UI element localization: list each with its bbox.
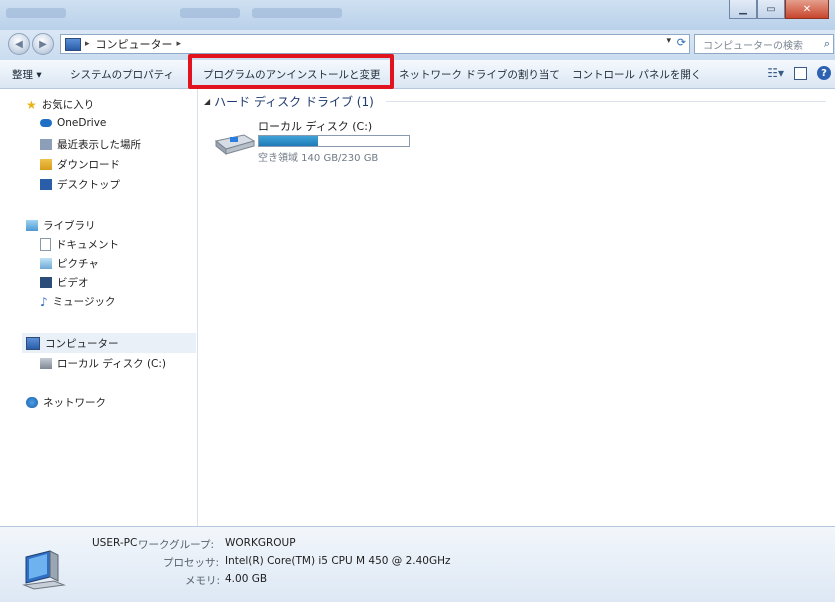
sidebar-item-downloads[interactable]: ダウンロード (40, 157, 120, 172)
map-network-drive-button[interactable]: ネットワーク ドライブの割り当て (399, 67, 560, 82)
processor-value: Intel(R) Core(TM) i5 CPU M 450 @ 2.40GHz (225, 555, 451, 567)
sidebar-item-label: ビデオ (57, 277, 89, 289)
address-bar[interactable]: ▸ コンピューター ▸ ▾ ⟳ (60, 34, 690, 54)
content-pane: ◢ ハード ディスク ドライブ (1) ローカル ディスク (C:) 空き領域 … (198, 89, 835, 526)
pc-name: USER-PC (92, 537, 138, 549)
minimize-button[interactable]: ▁ (729, 0, 757, 19)
sidebar-item-label: コンピューター (45, 338, 119, 350)
sidebar-item-computer[interactable]: コンピューター (26, 336, 119, 351)
title-blur (180, 8, 240, 18)
sidebar-item-onedrive[interactable]: OneDrive (40, 117, 106, 129)
drive-usage-fill (259, 136, 318, 146)
address-row: ◀ ▶ ▸ コンピューター ▸ ▾ ⟳ コンピューターの検索 ⌕ (0, 30, 835, 60)
sidebar-item-videos[interactable]: ビデオ (40, 275, 89, 290)
back-button[interactable]: ◀ (8, 33, 30, 55)
sidebar-item-pictures[interactable]: ピクチャ (40, 256, 99, 271)
forward-button[interactable]: ▶ (32, 33, 54, 55)
search-input[interactable]: コンピューターの検索 ⌕ (694, 34, 834, 54)
breadcrumb-separator-icon[interactable]: ▸ (177, 39, 182, 49)
music-icon: ♪ (40, 294, 48, 309)
sidebar-item-label: OneDrive (57, 117, 107, 129)
title-bar: ▁ ▭ ✕ (0, 0, 835, 31)
sidebar-item-libraries[interactable]: ライブラリ (26, 218, 96, 233)
drive-usage-bar (258, 135, 410, 147)
breadcrumb-computer[interactable]: コンピューター (96, 36, 173, 52)
drive-name[interactable]: ローカル ディスク (C:) (258, 118, 372, 134)
navigation-pane: ★ お気に入り OneDrive 最近表示した場所 ダウンロード デスクトップ … (0, 89, 198, 526)
sidebar-item-recent[interactable]: 最近表示した場所 (40, 137, 141, 152)
network-icon (26, 397, 38, 408)
cloud-icon (40, 119, 52, 127)
collapse-triangle-icon[interactable]: ◢ (204, 97, 210, 106)
computer-icon (22, 550, 66, 590)
sidebar-item-label: ネットワーク (43, 397, 106, 409)
sidebar-item-label: 最近表示した場所 (57, 139, 141, 151)
sidebar-item-label: ライブラリ (43, 220, 96, 232)
preview-pane-icon[interactable] (794, 66, 807, 80)
sidebar-item-music[interactable]: ♪ ミュージック (40, 294, 115, 309)
organize-button[interactable]: 整理 ▾ (12, 67, 42, 82)
downloads-icon (40, 159, 52, 170)
memory-value: 4.00 GB (225, 573, 268, 585)
group-divider (386, 101, 826, 102)
help-icon[interactable]: ? (817, 66, 831, 80)
recent-places-icon (40, 139, 52, 150)
title-blur (6, 8, 66, 18)
history-dropdown-icon[interactable]: ▾ (666, 36, 671, 46)
search-icon[interactable]: ⌕ (824, 37, 830, 51)
sidebar-item-label: ローカル ディスク (C:) (57, 358, 167, 370)
sidebar-item-favorites[interactable]: ★ お気に入り (26, 97, 94, 112)
hard-drive-icon[interactable] (214, 133, 256, 155)
processor-label: プロセッサ: (163, 557, 220, 569)
workgroup-label: ワークグループ: (138, 539, 214, 551)
group-header-label: ハード ディスク ドライブ (1) (214, 95, 374, 109)
sidebar-item-local-disk[interactable]: ローカル ディスク (C:) (40, 356, 166, 371)
star-icon: ★ (26, 97, 37, 112)
highlight-box (188, 54, 394, 89)
group-header[interactable]: ◢ ハード ディスク ドライブ (1) (204, 93, 374, 110)
computer-icon (65, 37, 81, 51)
breadcrumb-separator-icon[interactable]: ▸ (85, 39, 90, 49)
pictures-icon (40, 258, 52, 269)
sidebar-item-label: ドキュメント (56, 239, 119, 251)
details-pane: USER-PC ワークグループ: WORKGROUP プロセッサ: Intel(… (0, 526, 835, 602)
sidebar-item-desktop[interactable]: デスクトップ (40, 177, 120, 192)
sidebar-item-network[interactable]: ネットワーク (26, 395, 106, 410)
sidebar-item-label: ピクチャ (57, 258, 99, 270)
documents-icon (40, 238, 51, 251)
sidebar-item-label: デスクトップ (57, 179, 120, 191)
sidebar-item-label: お気に入り (41, 99, 95, 111)
memory-label: メモリ: (185, 575, 221, 587)
search-placeholder: コンピューターの検索 (703, 40, 803, 52)
command-bar: 整理 ▾ システムのプロパティ プログラムのアンインストールと変更 ネットワーク… (0, 60, 835, 89)
system-properties-button[interactable]: システムのプロパティ (70, 67, 174, 82)
drive-free-space: 空き領域 140 GB/230 GB (258, 153, 379, 164)
videos-icon (40, 277, 52, 288)
sidebar-item-label: ミュージック (52, 296, 116, 308)
workgroup-value: WORKGROUP (225, 537, 296, 549)
desktop-icon (40, 179, 52, 190)
change-view-icon[interactable]: ☷▾ (767, 66, 784, 80)
library-icon (26, 220, 38, 231)
sidebar-item-label: ダウンロード (57, 159, 120, 171)
close-button[interactable]: ✕ (785, 0, 829, 19)
title-blur (252, 8, 342, 18)
computer-icon (26, 337, 40, 350)
refresh-icon[interactable]: ⟳ (677, 36, 686, 49)
window-controls: ▁ ▭ ✕ (729, 0, 829, 19)
drive-icon (40, 358, 52, 369)
sidebar-item-documents[interactable]: ドキュメント (40, 237, 119, 252)
open-control-panel-button[interactable]: コントロール パネルを開く (572, 67, 701, 82)
maximize-button[interactable]: ▭ (757, 0, 785, 19)
view-tools: ☷▾ ? (767, 66, 831, 80)
